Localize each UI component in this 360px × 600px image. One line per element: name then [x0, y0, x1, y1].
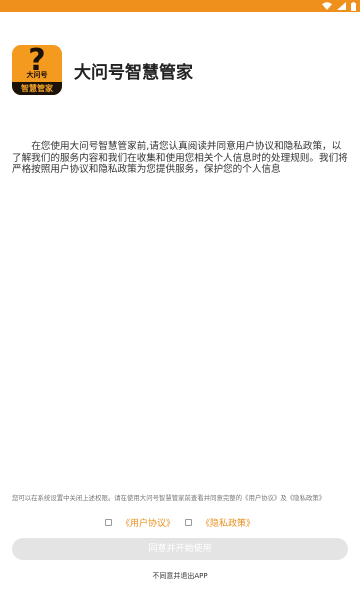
- app-title: 大问号智慧管家: [74, 62, 193, 83]
- privacy-policy-group: 《隐私政策》: [185, 516, 255, 529]
- consent-row: 《用户协议》 《隐私政策》: [0, 515, 360, 529]
- battery-icon: [351, 1, 356, 11]
- logo-small-text: 大问号: [26, 71, 48, 79]
- privacy-policy-link[interactable]: 《隐私政策》: [201, 516, 255, 529]
- app-logo: ? 大问号 智慧管家: [12, 45, 62, 95]
- logo-band-text: 智慧管家: [12, 82, 62, 95]
- privacy-policy-checkbox[interactable]: [185, 518, 192, 526]
- agreement-text: 在您使用大问号智慧管家前,请您认真阅读并同意用户协议和隐私政策，以了解我们的服务…: [12, 141, 348, 175]
- user-agreement-link[interactable]: 《用户协议》: [121, 516, 175, 529]
- user-agreement-group: 《用户协议》: [104, 516, 175, 529]
- permission-note: 您可以在系统设置中关闭上述权限。请在使用大问号智慧管家前查看并同意完整的《用户协…: [12, 494, 326, 502]
- signal-icon: [337, 2, 346, 10]
- user-agreement-checkbox[interactable]: [104, 518, 112, 526]
- disagree-exit-link[interactable]: 不同意并退出APP: [0, 571, 360, 581]
- status-icons: [322, 1, 356, 11]
- wifi-icon: [322, 2, 332, 10]
- app-header: ? 大问号 智慧管家 大问号智慧管家: [12, 45, 193, 95]
- status-bar: [0, 0, 360, 12]
- agree-and-start-button[interactable]: 同意并开始使用: [12, 538, 348, 560]
